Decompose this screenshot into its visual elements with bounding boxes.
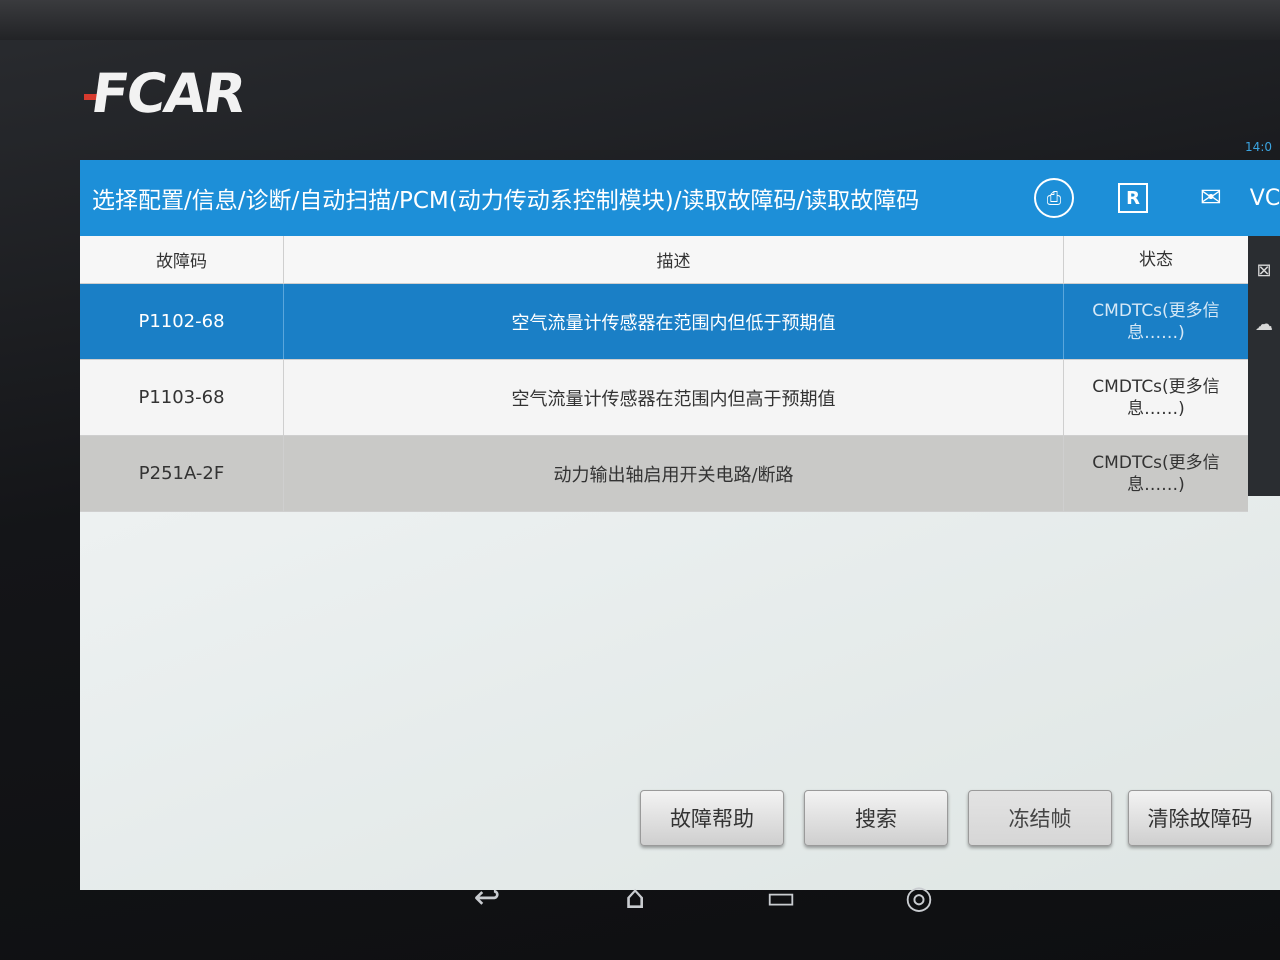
breadcrumb: 选择配置/信息/诊断/自动扫描/PCM(动力传动系控制模块)/读取故障码/读取故… bbox=[92, 188, 920, 214]
recent-apps-icon[interactable]: ▭ bbox=[756, 874, 806, 920]
dtc-description: 空气流量计传感器在范围内但高于预期值 bbox=[284, 360, 1064, 435]
print-icon[interactable]: ⎙ bbox=[1034, 178, 1074, 218]
table-row[interactable]: P1102-68 空气流量计传感器在范围内但低于预期值 CMDTCs(更多信息…… bbox=[80, 284, 1248, 360]
dtc-status[interactable]: CMDTCs(更多信息……) bbox=[1064, 360, 1248, 435]
freeze-frame-button[interactable]: 冻结帧 bbox=[968, 790, 1112, 846]
home-icon[interactable]: ⌂ bbox=[610, 874, 660, 920]
exit-icon[interactable]: ⊠ bbox=[1248, 250, 1280, 290]
status-time: 14:0 bbox=[1245, 140, 1272, 154]
fault-help-button[interactable]: 故障帮助 bbox=[640, 790, 784, 846]
android-nav-bar: ↩ ⌂ ▭ ◎ bbox=[0, 866, 1280, 936]
column-header-status: 状态 bbox=[1139, 249, 1173, 270]
dtc-description: 空气流量计传感器在范围内但低于预期值 bbox=[284, 284, 1064, 359]
clear-dtc-button[interactable]: 清除故障码 bbox=[1128, 790, 1272, 846]
dtc-status[interactable]: CMDTCs(更多信息……) bbox=[1064, 436, 1248, 511]
table-row[interactable]: P1103-68 空气流量计传感器在范围内但高于预期值 CMDTCs(更多信息…… bbox=[80, 360, 1248, 436]
column-header-description: 描述 bbox=[284, 236, 1064, 283]
table-row[interactable]: P251A-2F 动力输出轴启用开关电路/断路 CMDTCs(更多信息……) bbox=[80, 436, 1248, 512]
app-screen: 选择配置/信息/诊断/自动扫描/PCM(动力传动系控制模块)/读取故障码/读取故… bbox=[80, 160, 1280, 890]
mail-icon[interactable]: ✉ bbox=[1200, 183, 1222, 213]
back-icon[interactable]: ↩ bbox=[462, 874, 512, 920]
dtc-code: P1103-68 bbox=[80, 360, 284, 435]
dtc-code: P1102-68 bbox=[80, 284, 284, 359]
dtc-table: 故障码 描述 状态 P1102-68 空气流量计传感器在范围内但低于预期值 CM… bbox=[80, 236, 1248, 512]
brand-logo: FCAR bbox=[87, 62, 249, 125]
browser-icon[interactable]: ◎ bbox=[894, 874, 944, 920]
dtc-status[interactable]: CMDTCs(更多信息……) bbox=[1064, 284, 1248, 359]
search-button[interactable]: 搜索 bbox=[804, 790, 948, 846]
side-toolbar: ⊠ ☁ bbox=[1248, 236, 1280, 496]
title-bar: 选择配置/信息/诊断/自动扫描/PCM(动力传动系控制模块)/读取故障码/读取故… bbox=[80, 160, 1280, 236]
dtc-description: 动力输出轴启用开关电路/断路 bbox=[284, 436, 1064, 511]
vci-label[interactable]: VCI bbox=[1250, 186, 1280, 211]
device-top-edge bbox=[0, 0, 1280, 40]
feedback-icon[interactable]: ☁ bbox=[1248, 304, 1280, 344]
report-icon[interactable]: R bbox=[1118, 183, 1148, 213]
dtc-code: P251A-2F bbox=[80, 436, 284, 511]
column-header-code: 故障码 bbox=[80, 236, 284, 283]
table-header: 故障码 描述 状态 bbox=[80, 236, 1248, 284]
report-glyph: R bbox=[1126, 187, 1140, 209]
